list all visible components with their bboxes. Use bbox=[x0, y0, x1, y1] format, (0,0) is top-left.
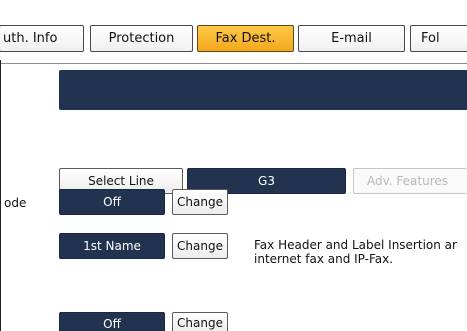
setting-row-1-change-button[interactable]: Change bbox=[172, 189, 228, 215]
fax-header-note-line-1: Fax Header and Label Insertion ar bbox=[254, 238, 457, 252]
fax-header-note: Fax Header and Label Insertion ar intern… bbox=[254, 238, 467, 266]
fax-header-note-line-2: internet fax and IP-Fax. bbox=[254, 252, 394, 266]
tab-fax-dest[interactable]: Fax Dest. bbox=[197, 25, 294, 52]
tab-protection[interactable]: Protection bbox=[90, 25, 193, 52]
setting-row-1-value: Off bbox=[59, 189, 165, 215]
fax-destination-settings-screen: uth. Info Protection Fax Dest. E-mail Fo… bbox=[0, 0, 467, 331]
adv-features-button: Adv. Features bbox=[353, 168, 467, 194]
tab-folder[interactable]: Fol bbox=[410, 25, 467, 52]
setting-row-3-change-button[interactable]: Change bbox=[172, 312, 228, 331]
setting-row-3-value: Off bbox=[59, 312, 165, 331]
tab-e-mail[interactable]: E-mail bbox=[298, 25, 405, 52]
left-panel-edge bbox=[0, 60, 1, 331]
destination-name-field[interactable] bbox=[59, 70, 467, 110]
tab-auth-info[interactable]: uth. Info bbox=[0, 25, 84, 52]
tab-bar: uth. Info Protection Fax Dest. E-mail Fo… bbox=[0, 0, 467, 67]
setting-row-1-label: ode bbox=[4, 196, 27, 210]
tab-bar-divider bbox=[0, 63, 467, 64]
setting-row-2-change-button[interactable]: Change bbox=[172, 233, 228, 259]
setting-row-2-value: 1st Name bbox=[59, 233, 165, 259]
